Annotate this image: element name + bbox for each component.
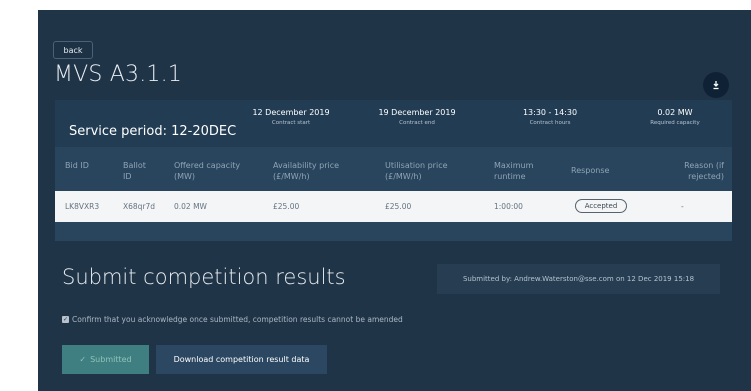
cell-availability-price: £25.00: [273, 202, 300, 211]
required-capacity: 0.02 MW Required capacity: [630, 108, 720, 126]
contract-end: 19 December 2019 Contract end: [367, 108, 467, 126]
download-icon[interactable]: [703, 72, 729, 98]
required-capacity-value: 0.02 MW: [657, 108, 693, 117]
back-button[interactable]: back: [53, 41, 93, 59]
page-title: MVS A3.1.1: [54, 62, 183, 87]
header-ballot-id: Ballot ID: [123, 161, 146, 181]
contract-hours-value: 13:30 - 14:30: [522, 108, 578, 117]
download-arrow-icon: [713, 81, 719, 90]
table-row: LK8VXR3 X68qr7d 0.02 MW £25.00 £25.00 1:…: [55, 191, 732, 222]
contract-end-label: Contract end: [399, 120, 435, 126]
submitted-button-label: Submitted: [90, 355, 132, 364]
cell-offered-capacity: 0.02 MW: [174, 202, 207, 211]
confirm-checkbox[interactable]: ✓: [62, 316, 69, 323]
header-maximum-runtime: Maximum runtime: [494, 161, 534, 181]
cell-bid-id: LK8VXR3: [65, 202, 100, 211]
contract-hours: 13:30 - 14:30 Contract hours: [505, 108, 595, 126]
contract-start-label: Contract start: [271, 120, 311, 126]
download-results-button[interactable]: Download competition result data: [156, 345, 327, 374]
cell-reason: -: [681, 202, 684, 211]
service-summary-bar: Service period: 12-20DEC 12 December 201…: [55, 100, 732, 147]
confirm-label: Confirm that you acknowledge once submit…: [72, 315, 403, 324]
competition-panel: Service period: 12-20DEC 12 December 201…: [55, 100, 732, 241]
submitted-by-info: Submitted by: Andrew.Waterston@sse.com o…: [437, 264, 720, 294]
header-offered-capacity: Offered capacity (MW): [174, 161, 241, 181]
header-response: Response: [571, 166, 610, 175]
submitted-button[interactable]: ✓ Submitted: [62, 345, 149, 374]
status-badge: Accepted: [575, 199, 627, 213]
section-title: Submit competition results: [62, 265, 346, 289]
header-bid-id: Bid ID: [65, 161, 89, 170]
checkmark-icon: ✓: [79, 355, 87, 364]
contract-end-value: 19 December 2019: [378, 108, 456, 117]
service-period: Service period: 12-20DEC: [69, 124, 237, 139]
contract-start: 12 December 2019 Contract start: [241, 108, 341, 126]
app-frame: back MVS A3.1.1 Service period: 12-20DEC…: [38, 10, 751, 391]
contract-hours-label: Contract hours: [529, 120, 571, 126]
cell-utilisation-price: £25.00: [385, 202, 412, 211]
cell-maximum-runtime: 1:00:00: [494, 202, 523, 211]
header-utilisation-price: Utilisation price (£/MW/h): [385, 161, 448, 181]
contract-start-value: 12 December 2019: [252, 108, 330, 117]
cell-ballot-id: X68qr7d: [123, 202, 156, 211]
header-availability-price: Availability price (£/MW/h): [273, 161, 340, 181]
confirm-checkbox-row[interactable]: ✓ Confirm that you acknowledge once subm…: [62, 315, 403, 324]
header-reason: Reason (if rejected): [684, 161, 724, 181]
required-capacity-label: Required capacity: [650, 120, 700, 126]
